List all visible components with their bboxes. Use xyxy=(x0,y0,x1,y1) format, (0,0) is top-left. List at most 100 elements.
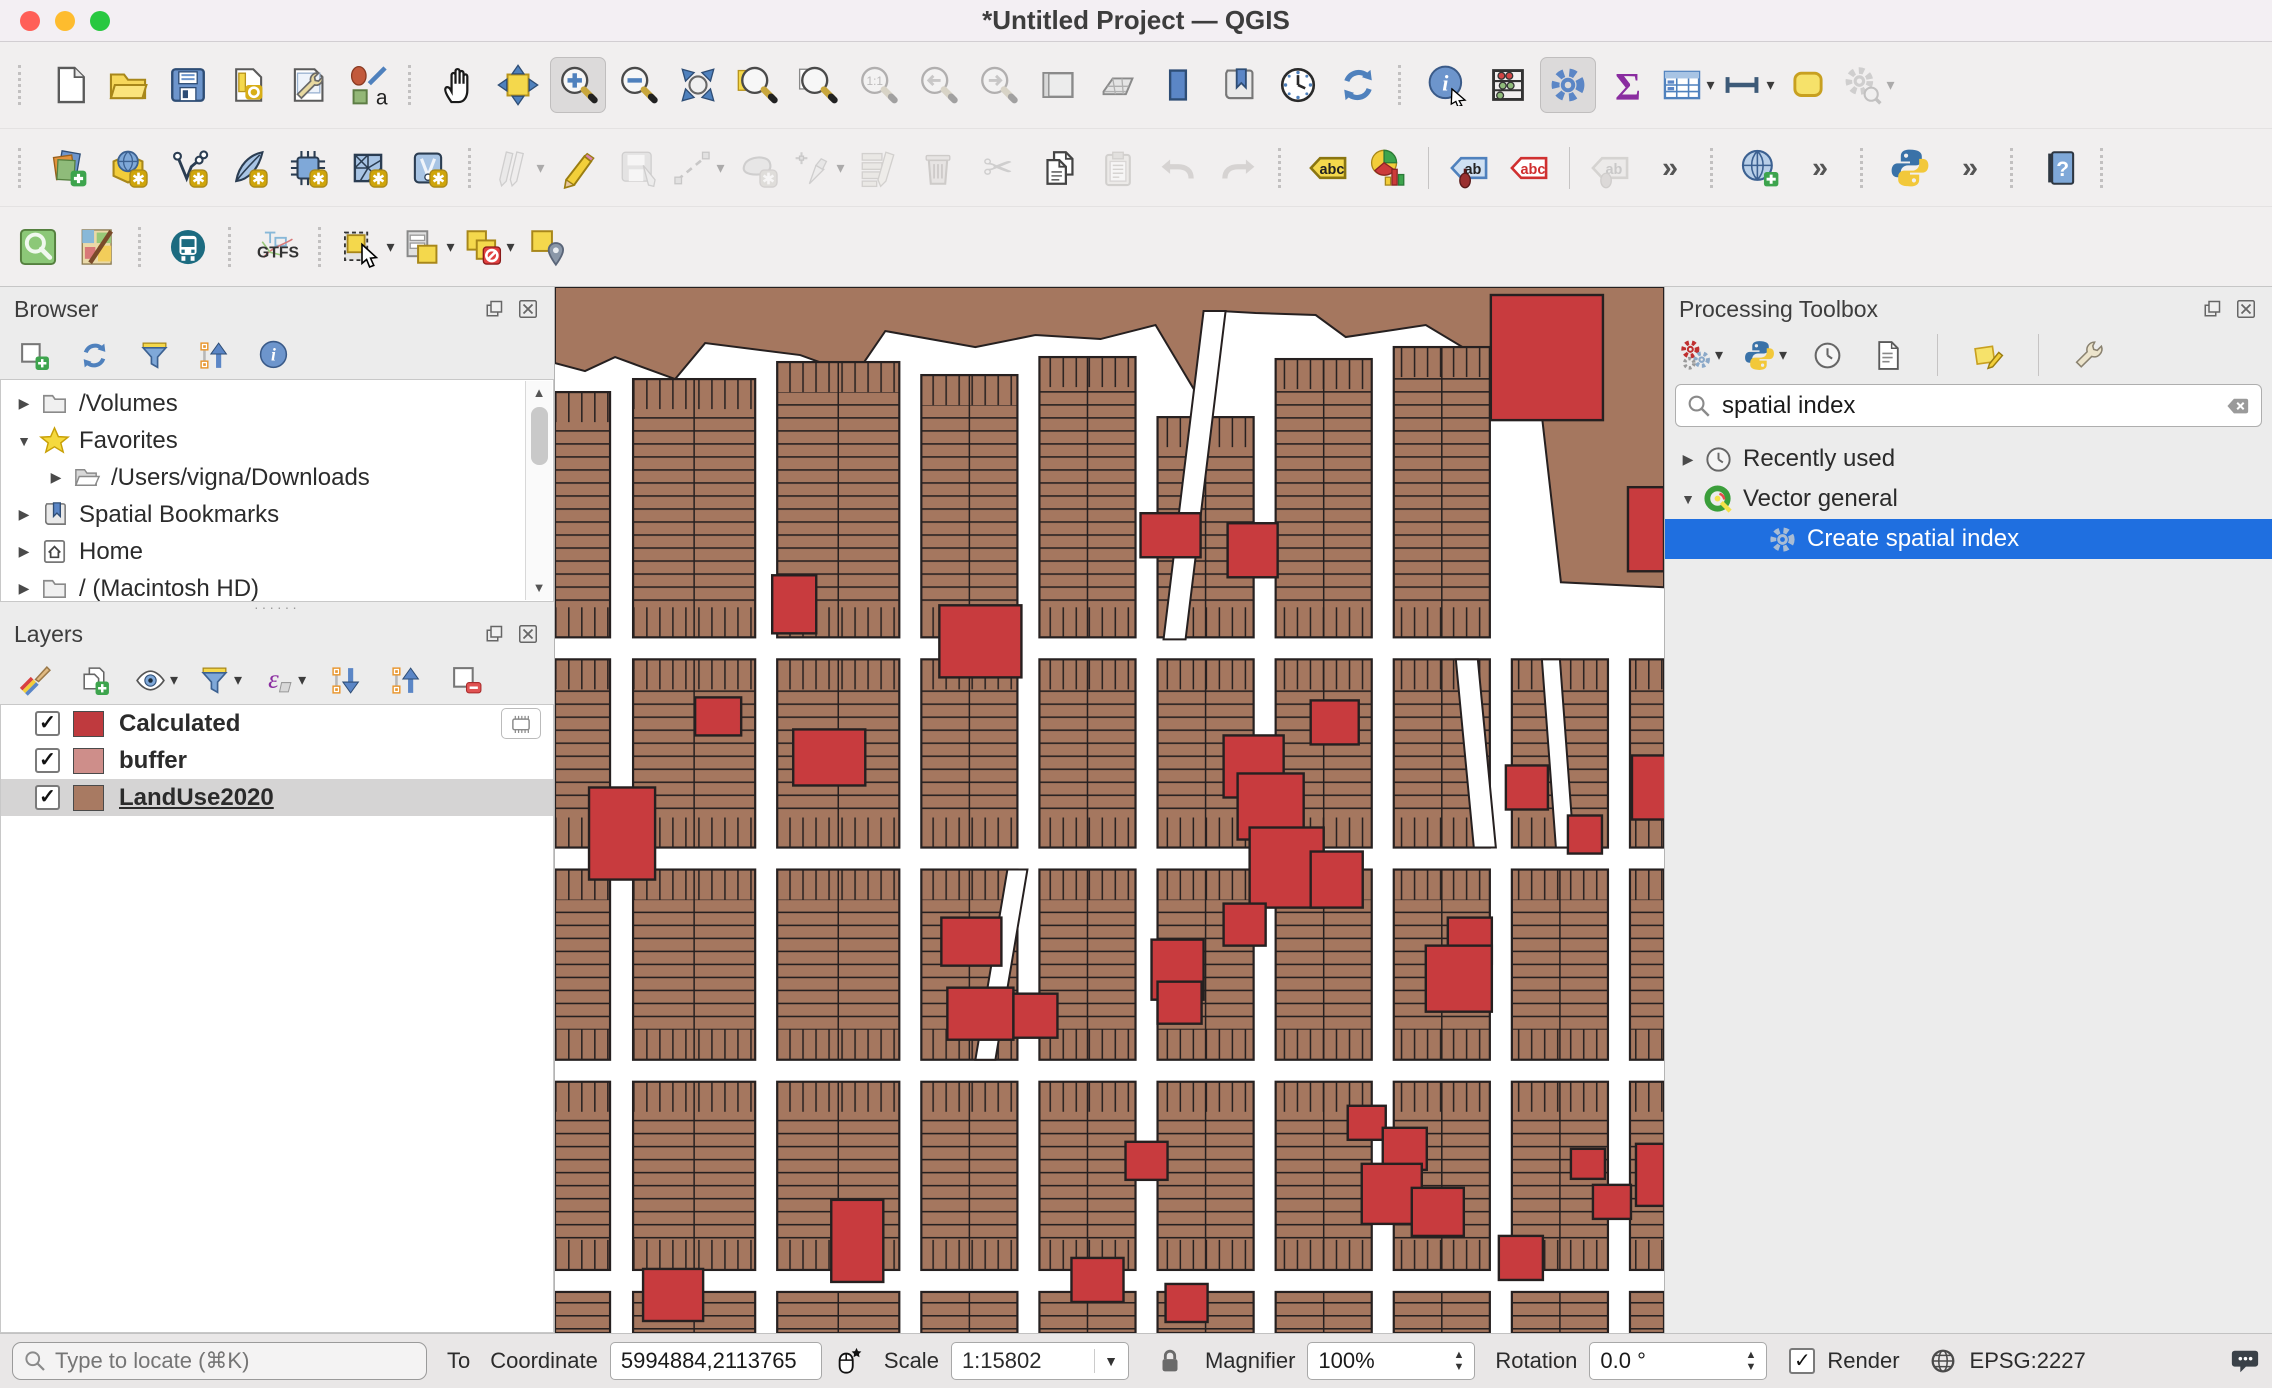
layer-row-buffer[interactable]: ✓buffer xyxy=(1,742,553,779)
select-features-by-rectangle-icon[interactable]: ▾ xyxy=(340,219,396,275)
layer-labeling-icon[interactable]: abc xyxy=(1300,140,1356,196)
memory-layer-indicator-icon[interactable] xyxy=(501,708,541,739)
panel-splitter[interactable]: ······ xyxy=(0,602,554,612)
new-geopackage-layer-icon[interactable] xyxy=(100,140,156,196)
expand-arrow-icon[interactable]: ▶ xyxy=(9,543,39,560)
rotation-spinbox[interactable]: ▲▼ xyxy=(1589,1342,1767,1380)
browser-collapse-all-icon[interactable] xyxy=(194,335,234,375)
chevron-down-icon[interactable]: ▼ xyxy=(1094,1349,1118,1373)
rotation-input[interactable] xyxy=(1600,1348,1720,1374)
pan-to-selection-icon[interactable] xyxy=(490,57,546,113)
chevron-down-icon[interactable]: ▾ xyxy=(386,237,394,257)
new-3d-map-view-icon[interactable] xyxy=(1090,57,1146,113)
chevron-down-icon[interactable]: ▾ xyxy=(298,670,306,690)
save-layer-edits-icon[interactable] xyxy=(610,140,666,196)
chevron-down-icon[interactable]: ▾ xyxy=(506,237,514,257)
toolbar-overflow-python-icon[interactable]: » xyxy=(1942,140,1998,196)
edit-features-in-place-icon[interactable] xyxy=(1968,335,2008,375)
expand-arrow-icon[interactable]: ▶ xyxy=(1673,451,1703,468)
data-source-manager-icon[interactable] xyxy=(40,140,96,196)
spinner-arrows[interactable]: ▲▼ xyxy=(1745,1349,1756,1373)
minimize-window-button[interactable] xyxy=(55,11,75,31)
expand-arrow-icon[interactable]: ▶ xyxy=(41,469,71,486)
paste-features-icon[interactable] xyxy=(1090,140,1146,196)
modify-attributes-icon[interactable] xyxy=(850,140,906,196)
chevron-down-icon[interactable]: ▾ xyxy=(1706,75,1714,95)
chevron-down-icon[interactable]: ▾ xyxy=(716,158,724,178)
highlight-pinned-labels-icon[interactable]: abc xyxy=(1501,140,1557,196)
map-canvas[interactable] xyxy=(555,287,1664,1333)
gtfs-plugin-icon[interactable]: GTFS xyxy=(250,219,306,275)
temporal-controller-icon[interactable] xyxy=(1270,57,1326,113)
browser-add-selected-layers-icon[interactable] xyxy=(14,335,54,375)
move-label-icon[interactable]: ab xyxy=(1582,140,1638,196)
extents-toggle-icon[interactable] xyxy=(834,1346,864,1376)
identify-features-icon[interactable]: i xyxy=(1420,57,1476,113)
open-attribute-table-icon[interactable]: ▾ xyxy=(1660,57,1716,113)
zoom-out-icon[interactable] xyxy=(610,57,666,113)
layer-visibility-checkbox[interactable]: ✓ xyxy=(35,748,60,773)
coordinate-input[interactable] xyxy=(621,1348,811,1374)
tree-item-recently-used[interactable]: ▶Recently used xyxy=(1665,439,2272,479)
locator-input[interactable] xyxy=(55,1348,385,1374)
zoom-native-resolution-icon[interactable]: 1:1 xyxy=(850,57,906,113)
tree-item-create-spatial-index[interactable]: Create spatial index xyxy=(1665,519,2272,559)
chevron-down-icon[interactable]: ▾ xyxy=(1779,345,1787,365)
zoom-full-extent-icon[interactable] xyxy=(670,57,726,113)
close-panel-icon[interactable] xyxy=(2234,297,2258,321)
refresh-map-icon[interactable] xyxy=(1330,57,1386,113)
processing-options-icon[interactable] xyxy=(2069,335,2109,375)
show-sum-of-features-icon[interactable]: Σ xyxy=(1600,57,1656,113)
add-group-icon[interactable] xyxy=(74,660,114,700)
select-features-by-value-icon[interactable]: ▾ xyxy=(400,219,456,275)
layer-diagram-icon[interactable] xyxy=(1360,140,1416,196)
chevron-down-icon[interactable]: ▾ xyxy=(446,237,454,257)
spinner-arrows[interactable]: ▲▼ xyxy=(1454,1349,1465,1373)
select-by-location-icon[interactable] xyxy=(520,219,576,275)
close-window-button[interactable] xyxy=(20,11,40,31)
magnifier-spinbox[interactable]: ▲▼ xyxy=(1307,1342,1475,1380)
help-contents-icon[interactable]: ? xyxy=(2032,140,2088,196)
measure-line-icon[interactable]: ▾ xyxy=(1720,57,1776,113)
manage-map-themes-icon[interactable]: ▾ xyxy=(134,660,178,700)
chevron-down-icon[interactable]: ▾ xyxy=(1886,75,1894,95)
new-shapefile-layer-icon[interactable] xyxy=(160,140,216,196)
new-mesh-layer-icon[interactable] xyxy=(340,140,396,196)
lock-scale-icon[interactable] xyxy=(1155,1346,1185,1376)
browser-properties-icon[interactable]: i xyxy=(254,335,294,375)
scale-combo[interactable]: 1:15802 ▼ xyxy=(951,1342,1129,1380)
zoom-next-icon[interactable] xyxy=(970,57,1026,113)
quickosm-icon[interactable] xyxy=(70,219,126,275)
osm-place-search-icon[interactable]: ▾ xyxy=(1840,57,1896,113)
scrollbar[interactable]: ▲▼ xyxy=(525,381,552,600)
zoom-to-layer-icon[interactable] xyxy=(790,57,846,113)
layer-row-landuse2020[interactable]: ✓LandUse2020 xyxy=(1,779,553,816)
transit-plugin-icon[interactable] xyxy=(160,219,216,275)
style-manager-icon[interactable]: a xyxy=(340,57,396,113)
processing-results-viewer-icon[interactable] xyxy=(1867,335,1907,375)
tree-item-spatial-bookmarks[interactable]: ▶Spatial Bookmarks xyxy=(1,496,553,533)
new-virtual-layer-icon[interactable] xyxy=(400,140,456,196)
expand-all-layers-icon[interactable] xyxy=(326,660,366,700)
project-save-icon[interactable] xyxy=(160,57,216,113)
float-panel-icon[interactable] xyxy=(2200,297,2224,321)
filter-legend-icon[interactable]: ▾ xyxy=(198,660,242,700)
project-new-icon[interactable] xyxy=(40,57,96,113)
tree-item-vector-general[interactable]: ▼Vector general xyxy=(1665,479,2272,519)
add-polygon-feature-icon[interactable] xyxy=(730,140,786,196)
digitize-with-segment-icon[interactable]: ▾ xyxy=(670,140,726,196)
new-temporary-scratch-layer-icon[interactable] xyxy=(280,140,336,196)
render-checkbox[interactable]: ✓ xyxy=(1789,1348,1815,1374)
show-layout-manager-icon[interactable] xyxy=(280,57,336,113)
chevron-down-icon[interactable]: ▾ xyxy=(536,158,544,178)
expand-arrow-icon[interactable]: ▶ xyxy=(9,506,39,523)
web-toolbar-icon[interactable] xyxy=(1732,140,1788,196)
filter-legend-by-expression-icon[interactable]: ε▾ xyxy=(262,660,306,700)
layer-row-calculated[interactable]: ✓Calculated xyxy=(1,705,553,742)
redo-icon[interactable] xyxy=(1210,140,1266,196)
processing-scripts-icon[interactable]: ▾ xyxy=(1743,335,1787,375)
chevron-down-icon[interactable]: ▾ xyxy=(234,670,242,690)
pin-labels-icon[interactable]: ab xyxy=(1441,140,1497,196)
processing-toolbox-toggle-icon[interactable] xyxy=(1540,57,1596,113)
locator-box[interactable] xyxy=(12,1342,427,1380)
